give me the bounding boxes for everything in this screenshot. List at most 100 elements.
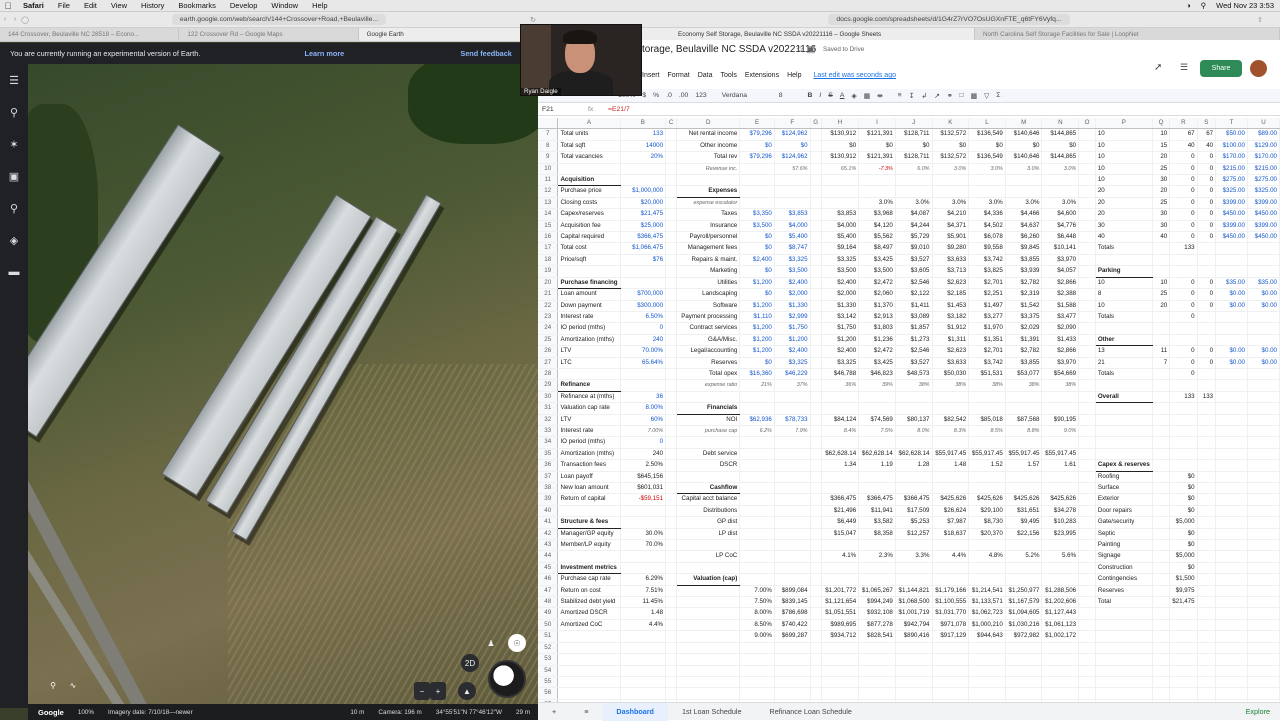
column-header[interactable]: N: [1041, 118, 1080, 130]
cell[interactable]: $1,002,172: [1041, 630, 1080, 643]
cell[interactable]: Insurance: [676, 220, 741, 233]
column-header[interactable]: G: [810, 118, 822, 130]
cell[interactable]: $399.00: [1247, 197, 1280, 210]
cell[interactable]: [1152, 379, 1171, 392]
cell[interactable]: [1078, 665, 1096, 677]
cell[interactable]: Loan payoff: [557, 471, 621, 484]
cell[interactable]: $128,711: [895, 128, 933, 141]
cell[interactable]: $50.00: [1215, 128, 1248, 141]
cell[interactable]: Amortized DSCR: [557, 607, 621, 620]
cell[interactable]: $3,633: [932, 254, 970, 267]
cell[interactable]: $34,278: [1041, 505, 1080, 518]
cell[interactable]: [1197, 425, 1217, 438]
row-number[interactable]: 27: [538, 357, 559, 369]
font-size-select[interactable]: 8: [779, 92, 783, 99]
cell[interactable]: [810, 436, 822, 449]
cell[interactable]: 1.57: [1005, 459, 1043, 472]
cell[interactable]: [968, 687, 1006, 700]
cell[interactable]: [895, 573, 933, 586]
cell[interactable]: [810, 334, 822, 347]
cell[interactable]: [810, 676, 822, 689]
cell[interactable]: [1247, 505, 1280, 518]
cell[interactable]: Total sqft: [557, 140, 621, 153]
cell[interactable]: [620, 516, 667, 529]
cell[interactable]: Other: [1095, 334, 1153, 347]
cell[interactable]: $4,000: [821, 220, 860, 233]
cell[interactable]: [1078, 151, 1096, 164]
cell[interactable]: [932, 482, 970, 495]
cell[interactable]: Other income: [676, 140, 741, 153]
all-sheets-icon[interactable]: ≡: [570, 707, 602, 716]
cell[interactable]: $2,400: [821, 277, 860, 290]
cell[interactable]: $839,145: [774, 596, 811, 609]
cell[interactable]: $3,425: [858, 254, 896, 267]
cell[interactable]: [1215, 607, 1248, 620]
cell[interactable]: [858, 665, 896, 677]
cell[interactable]: [1078, 345, 1096, 358]
cell[interactable]: 10: [1095, 128, 1153, 141]
cell[interactable]: [1005, 539, 1043, 552]
cell[interactable]: Total vacancies: [557, 151, 621, 164]
cell[interactable]: [1215, 573, 1248, 586]
cell[interactable]: 1.34: [821, 459, 860, 472]
cell[interactable]: [1247, 265, 1280, 278]
cell[interactable]: 38%: [968, 379, 1006, 392]
cell[interactable]: [1152, 254, 1171, 267]
cell[interactable]: [810, 242, 822, 255]
cell[interactable]: [1197, 471, 1217, 484]
cell[interactable]: [1215, 482, 1248, 495]
cell[interactable]: [968, 185, 1006, 198]
cell[interactable]: [1078, 265, 1096, 278]
borders-icon[interactable]: ▦: [864, 92, 870, 100]
tab-economy[interactable]: 144 Crossover, Beulaville NC 28518 – Eco…: [0, 28, 180, 41]
cell[interactable]: [810, 596, 822, 609]
cell[interactable]: $828,541: [858, 630, 896, 643]
cell[interactable]: [858, 174, 896, 187]
cell[interactable]: Total opex: [676, 368, 741, 381]
cell[interactable]: $972,982: [1005, 630, 1043, 643]
cell[interactable]: Purchase price: [557, 185, 621, 198]
cell[interactable]: [1247, 414, 1280, 426]
star-icon[interactable]: ☆ ▣: [796, 44, 815, 55]
cell[interactable]: $82,542: [932, 414, 970, 426]
cell[interactable]: [1078, 402, 1096, 415]
cell[interactable]: [557, 687, 621, 700]
cell[interactable]: $2,400: [774, 277, 811, 290]
cell[interactable]: [821, 665, 860, 677]
cell[interactable]: [968, 653, 1006, 666]
cell[interactable]: $366,475: [821, 493, 860, 506]
column-header[interactable]: A: [557, 118, 621, 130]
right-url-bar[interactable]: docs.google.com/spreadsheets/d/1G4rZ7rVO…: [828, 14, 1070, 25]
cell[interactable]: [620, 562, 667, 575]
cell[interactable]: purchase cap: [676, 425, 741, 438]
cell[interactable]: [665, 585, 678, 598]
cell[interactable]: $1,273: [895, 334, 933, 347]
row-number[interactable]: 41: [538, 516, 559, 529]
cell[interactable]: $35.00: [1247, 277, 1280, 290]
cell[interactable]: [1197, 322, 1217, 335]
cell[interactable]: [1215, 242, 1248, 255]
cell[interactable]: [1197, 653, 1217, 666]
row-number[interactable]: 53: [538, 653, 559, 666]
row-number[interactable]: 51: [538, 630, 559, 643]
cell[interactable]: $1,588: [1041, 300, 1080, 312]
cell[interactable]: $1,000,210: [968, 619, 1006, 632]
cell[interactable]: [858, 436, 896, 449]
cell[interactable]: [1041, 185, 1080, 198]
cell[interactable]: [557, 653, 621, 666]
cell[interactable]: [1215, 265, 1248, 278]
cell[interactable]: [557, 265, 621, 278]
cell[interactable]: $3,500: [821, 265, 860, 278]
cell[interactable]: $50,030: [932, 368, 970, 381]
cell[interactable]: [1169, 322, 1198, 335]
cell[interactable]: [810, 140, 822, 153]
cell[interactable]: [932, 653, 970, 666]
cell[interactable]: [1152, 482, 1171, 495]
cell[interactable]: $1,061,123: [1041, 619, 1080, 632]
cell[interactable]: [821, 174, 860, 187]
cell[interactable]: [968, 391, 1006, 404]
cell[interactable]: [810, 585, 822, 598]
cell[interactable]: [665, 242, 678, 255]
cell[interactable]: Interest rate: [557, 425, 621, 438]
cell[interactable]: [676, 174, 741, 187]
